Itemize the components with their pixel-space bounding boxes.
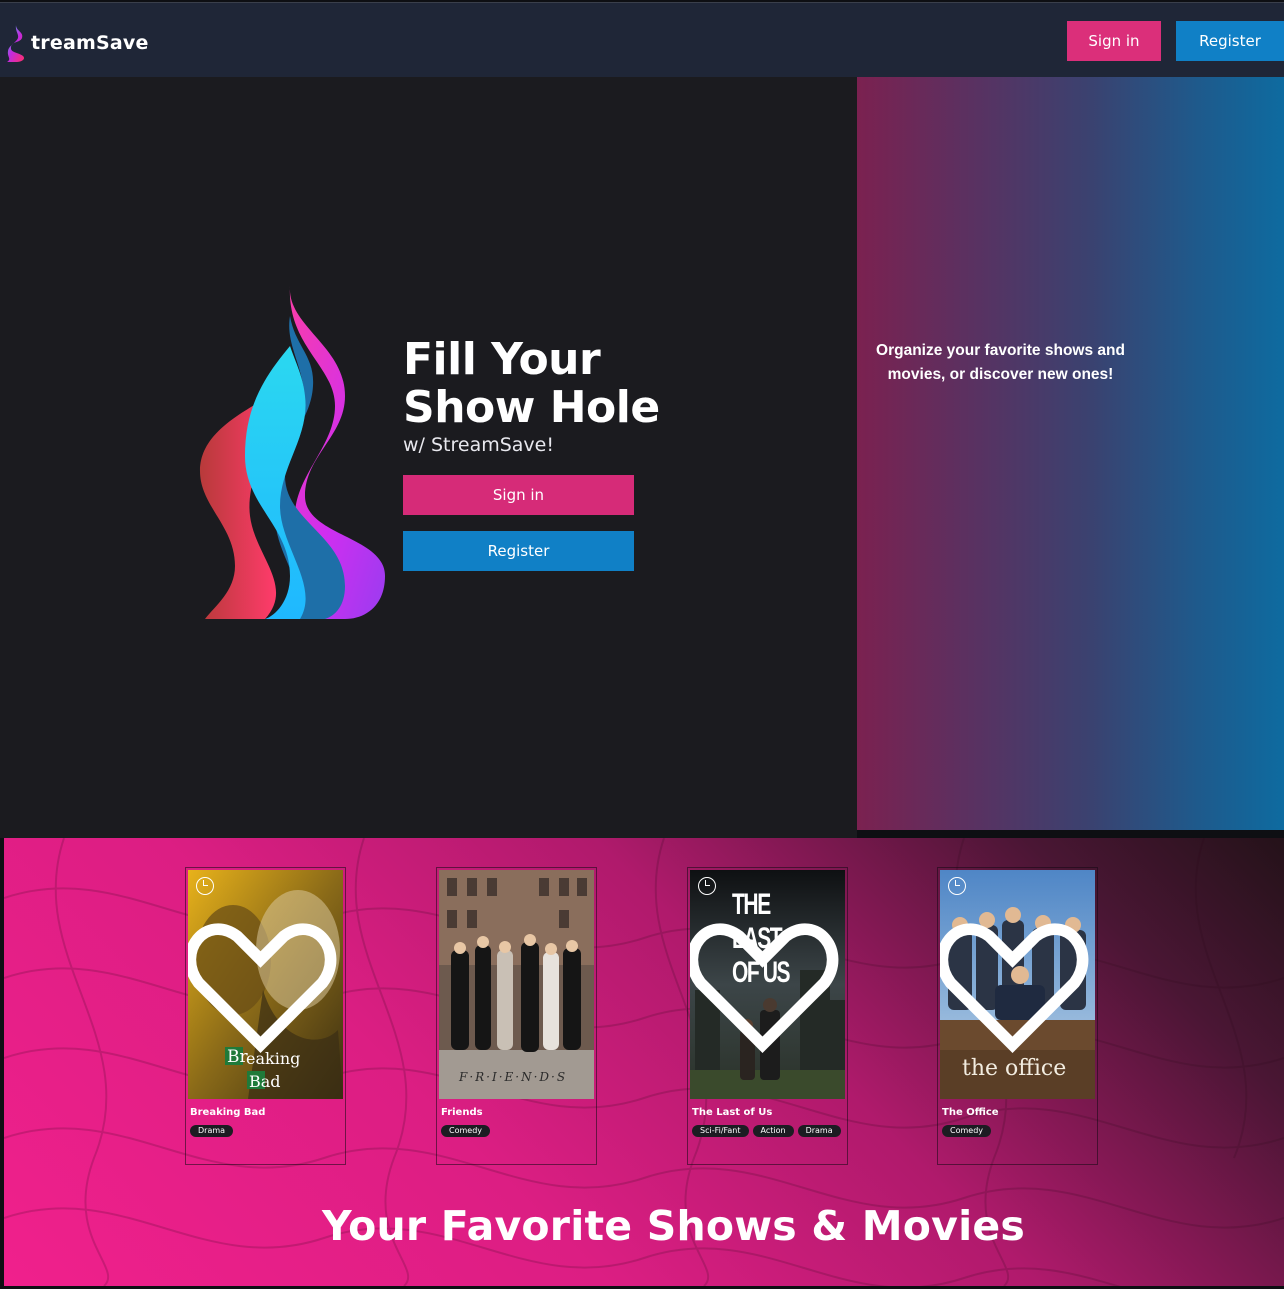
hero-side-panel — [857, 77, 1284, 830]
hero-section — [0, 77, 857, 838]
hero-subline: w/ StreamSave! — [403, 434, 554, 456]
genre-tags: Drama — [190, 1125, 234, 1137]
genre-tag[interactable]: Sci-Fi/Fant — [692, 1125, 749, 1137]
poster-text-friends: F·R·I·E·N·D·S — [459, 1070, 568, 1084]
poster-image — [439, 870, 594, 1099]
page: treamSave Sign in Register Fill Your Sho… — [0, 0, 1284, 1289]
headline-line-2: Show Hole — [403, 382, 660, 433]
brand-name: treamSave — [31, 32, 149, 54]
favorite-heart-icon[interactable] — [188, 876, 338, 1099]
genre-tag[interactable]: Action — [752, 1125, 794, 1137]
genre-tags: Comedy — [441, 1125, 491, 1137]
brand-logo[interactable]: treamSave — [4, 23, 149, 63]
favorite-heart-icon[interactable] — [690, 876, 840, 1099]
show-poster[interactable]: the office — [940, 870, 1095, 1099]
headline-line-1: Fill Your — [403, 334, 601, 385]
show-card-friends[interactable]: F·R·I·E·N·D·S Friends Comedy — [436, 867, 597, 1165]
hero-register-button[interactable]: Register — [403, 531, 634, 571]
genre-tag[interactable]: Comedy — [441, 1125, 491, 1137]
showcase-heading: Your Favorite Shows & Movies — [322, 1202, 1025, 1250]
genre-tag[interactable]: Drama — [797, 1125, 841, 1137]
genre-tags: Comedy — [942, 1125, 992, 1137]
show-poster[interactable]: THE LAST OF US — [690, 870, 845, 1099]
show-title: The Office — [942, 1107, 999, 1118]
hero-signin-button[interactable]: Sign in — [403, 475, 634, 515]
genre-tag[interactable]: Comedy — [942, 1125, 992, 1137]
streamsave-logo-icon — [7, 25, 25, 62]
show-card-the-office[interactable]: the office The Office Comedy — [937, 867, 1098, 1165]
show-card-breaking-bad[interactable]: Br eaking Bad Breaking Bad Drama — [185, 867, 346, 1165]
streamsave-large-logo-icon — [200, 286, 385, 619]
show-card-the-last-of-us[interactable]: THE LAST OF US The Last of Us Sci-Fi/Fan… — [687, 867, 848, 1165]
top-navbar: treamSave Sign in Register — [0, 2, 1284, 77]
favorite-heart-icon[interactable] — [940, 876, 1090, 1099]
genre-tags: Sci-Fi/Fant Action Drama — [692, 1125, 841, 1137]
hero-side-text: Organize your favorite shows and movies,… — [876, 342, 1125, 383]
hero-headline: Fill Your Show Hole — [403, 336, 660, 432]
show-title: Friends — [441, 1107, 483, 1118]
genre-tag[interactable]: Drama — [190, 1125, 234, 1137]
showcase-section: Br eaking Bad Breaking Bad Drama F·R·I·E… — [4, 838, 1284, 1286]
nav-signin-button[interactable]: Sign in — [1067, 21, 1161, 61]
nav-register-button[interactable]: Register — [1176, 21, 1284, 61]
show-poster[interactable]: F·R·I·E·N·D·S — [439, 870, 594, 1099]
show-title: The Last of Us — [692, 1107, 773, 1118]
show-poster[interactable]: Br eaking Bad — [188, 870, 343, 1099]
show-title: Breaking Bad — [190, 1107, 266, 1118]
